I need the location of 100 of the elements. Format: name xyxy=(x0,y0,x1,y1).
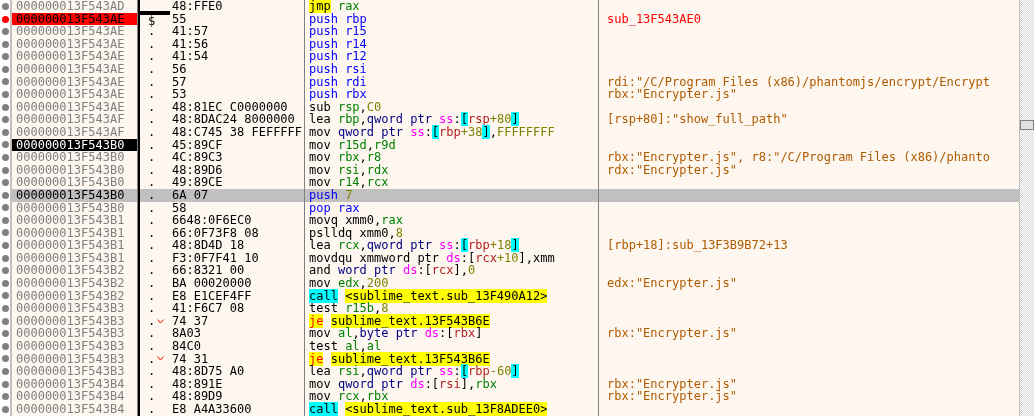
instruction-cell: lea rbp,qword ptr ss:[rsp+80] xyxy=(304,113,598,126)
bytes-cell-text: F3:0F7F41 10 xyxy=(171,251,260,265)
breakpoint-dot[interactable] xyxy=(1,229,9,237)
instruction-cell: pop rax xyxy=(304,201,598,215)
instruction-cell: mov r15d,r9d xyxy=(304,138,598,152)
breakpoint-dot[interactable] xyxy=(1,166,9,174)
breakpoint-dot[interactable] xyxy=(1,191,9,199)
bytes-cell-text: 56 xyxy=(171,62,188,76)
instruction-cell: push rdi xyxy=(304,75,598,89)
breakpoint-dot[interactable] xyxy=(1,355,9,363)
breakpoint-dot[interactable] xyxy=(1,141,9,149)
breakpoint-dot[interactable] xyxy=(1,65,9,73)
instruction-cell: push rsi xyxy=(304,62,598,76)
breakpoint-dot[interactable] xyxy=(1,317,9,325)
instruction-cell: jmp rax xyxy=(304,0,598,13)
breakpoint-dot[interactable] xyxy=(1,267,9,275)
breakpoint-dot[interactable] xyxy=(1,204,9,212)
breakpoint-dot[interactable] xyxy=(1,103,9,111)
comment-text: rdx:"Encrypter.js" xyxy=(607,162,738,177)
instruction-cell: mov qword ptr ds:[rsi],rbx xyxy=(304,377,598,391)
breakpoint-dot[interactable] xyxy=(1,292,9,300)
row-marker: . xyxy=(148,251,156,265)
row-marker: . xyxy=(148,365,156,378)
breakpoint-dot[interactable] xyxy=(1,40,9,48)
row-marker: . xyxy=(148,226,156,240)
breakpoint-dot[interactable] xyxy=(1,254,9,262)
comment-text: rbx:"Encrypter.js" xyxy=(607,326,738,341)
instruction-cell: push r15 xyxy=(304,25,598,38)
row-marker: . xyxy=(148,377,156,391)
breakpoint-dot[interactable] xyxy=(1,242,9,250)
bytes-cell-text: 57 xyxy=(171,75,188,89)
bytes-cell-text: 53 xyxy=(171,88,188,101)
breakpoint-dot[interactable] xyxy=(1,216,9,224)
breakpoint-dot[interactable] xyxy=(1,342,9,350)
bytes-cell-text: 6648:0F6EC0 xyxy=(171,214,253,227)
row-marker: . xyxy=(148,289,156,303)
bytes-cell-text: 41:56 xyxy=(171,37,210,51)
comment-text: rdi:"/C/Program Files (x86)/phantomjs/encrypt/Encrypt xyxy=(607,74,990,89)
breakpoint-dot[interactable] xyxy=(1,53,9,61)
bytes-cell-text: BA 00020000 xyxy=(171,277,253,290)
scrollbar-thumb[interactable] xyxy=(1020,120,1034,130)
row-marker: $ xyxy=(148,14,156,28)
breakpoint-dot[interactable] xyxy=(1,393,9,401)
row-marker: . xyxy=(148,100,156,114)
instruction-cell: mov rsi,rdx xyxy=(304,163,598,177)
bytes-cell-text: 48:FFE0 xyxy=(171,0,224,13)
breakpoint-dot[interactable] xyxy=(1,368,9,375)
row-marker: . xyxy=(148,113,156,126)
bytes-cell-text: 74 37 xyxy=(171,314,210,328)
bytes-cell-text: 41:54 xyxy=(171,50,210,63)
row-marker: . xyxy=(148,214,156,227)
comment-text: edx:"Encrypter.js" xyxy=(607,276,738,291)
row-marker: . xyxy=(148,50,156,63)
comment-text: rbx:"Encrypter.js", r8:"/C/Program Files (x86)/phanto xyxy=(607,150,990,165)
breakpoint-dot[interactable] xyxy=(1,380,9,388)
bytes-cell-text: 66:0F73F8 08 xyxy=(171,226,260,240)
bytes-cell-text: 48:8D4D 18 xyxy=(171,239,246,252)
bytes-cell-text: 74 31 xyxy=(171,352,210,366)
bytes-cell-text: 48:C745 38 FEFFFFF xyxy=(171,125,304,139)
breakpoint-dot[interactable] xyxy=(1,128,9,136)
breakpoint-dot[interactable] xyxy=(1,2,9,10)
bytes-cell-text: 41:F6C7 08 xyxy=(171,302,246,315)
bytes-cell-text: 8A03 xyxy=(171,327,202,341)
row-marker: . xyxy=(148,340,156,353)
comment-text: rbx:"Encrypter.js" xyxy=(607,87,738,102)
breakpoint-dot[interactable] xyxy=(1,153,9,161)
row-marker: . xyxy=(148,151,156,164)
row-marker: . xyxy=(148,264,156,278)
bytes-cell-text: 49:89CE xyxy=(171,176,224,189)
bytes-cell-text: 4C:89C3 xyxy=(171,151,224,164)
breakpoint-dot[interactable] xyxy=(1,405,9,413)
breakpoint-dot[interactable] xyxy=(1,78,9,86)
breakpoint-dot[interactable] xyxy=(1,305,9,313)
scrollbar[interactable] xyxy=(1019,0,1034,416)
instruction-cell: lea rsi,qword ptr ss:[rbp-60] xyxy=(304,365,598,378)
instruction-cell: mov rbx,r8 xyxy=(304,151,598,164)
instruction-cell: push r12 xyxy=(304,50,598,63)
row-marker: . xyxy=(148,327,156,341)
breakpoint-dot[interactable] xyxy=(1,90,9,98)
row-marker: . xyxy=(148,277,156,290)
breakpoint-dot[interactable] xyxy=(1,28,9,35)
instruction-cell: push rbx xyxy=(304,88,598,101)
row-marker: . xyxy=(148,62,156,76)
row-marker: . xyxy=(148,176,156,189)
instruction-cell: movq xmm0,rax xyxy=(304,214,598,227)
bytes-cell-text: 48:8D75 A0 xyxy=(171,365,246,378)
breakpoint-dot[interactable] xyxy=(1,330,9,338)
breakpoint-dot[interactable] xyxy=(1,179,9,187)
instruction-cell: movdqu xmmword ptr ds:[rcx+10],xmm xyxy=(304,251,598,265)
bytes-cell-text: E8 E1CEF4FF xyxy=(171,289,253,303)
bytes-cell-text: 48:89D9 xyxy=(171,390,224,403)
comment-text: rbx:"Encrypter.js" xyxy=(607,376,738,391)
instruction-cell: push 7 xyxy=(304,188,598,202)
selected-row[interactable]: 000000013F543B0 . 6A 07 push 7 xyxy=(0,188,1019,202)
breakpoint-dot[interactable] xyxy=(1,279,9,287)
row-marker: . xyxy=(148,302,156,315)
instruction-cell: mov al,byte ptr ds:[rbx] xyxy=(304,327,598,341)
bytes-cell-text: 58 xyxy=(171,201,188,215)
breakpoint-dot[interactable] xyxy=(1,16,9,24)
breakpoint-dot[interactable] xyxy=(1,116,9,124)
